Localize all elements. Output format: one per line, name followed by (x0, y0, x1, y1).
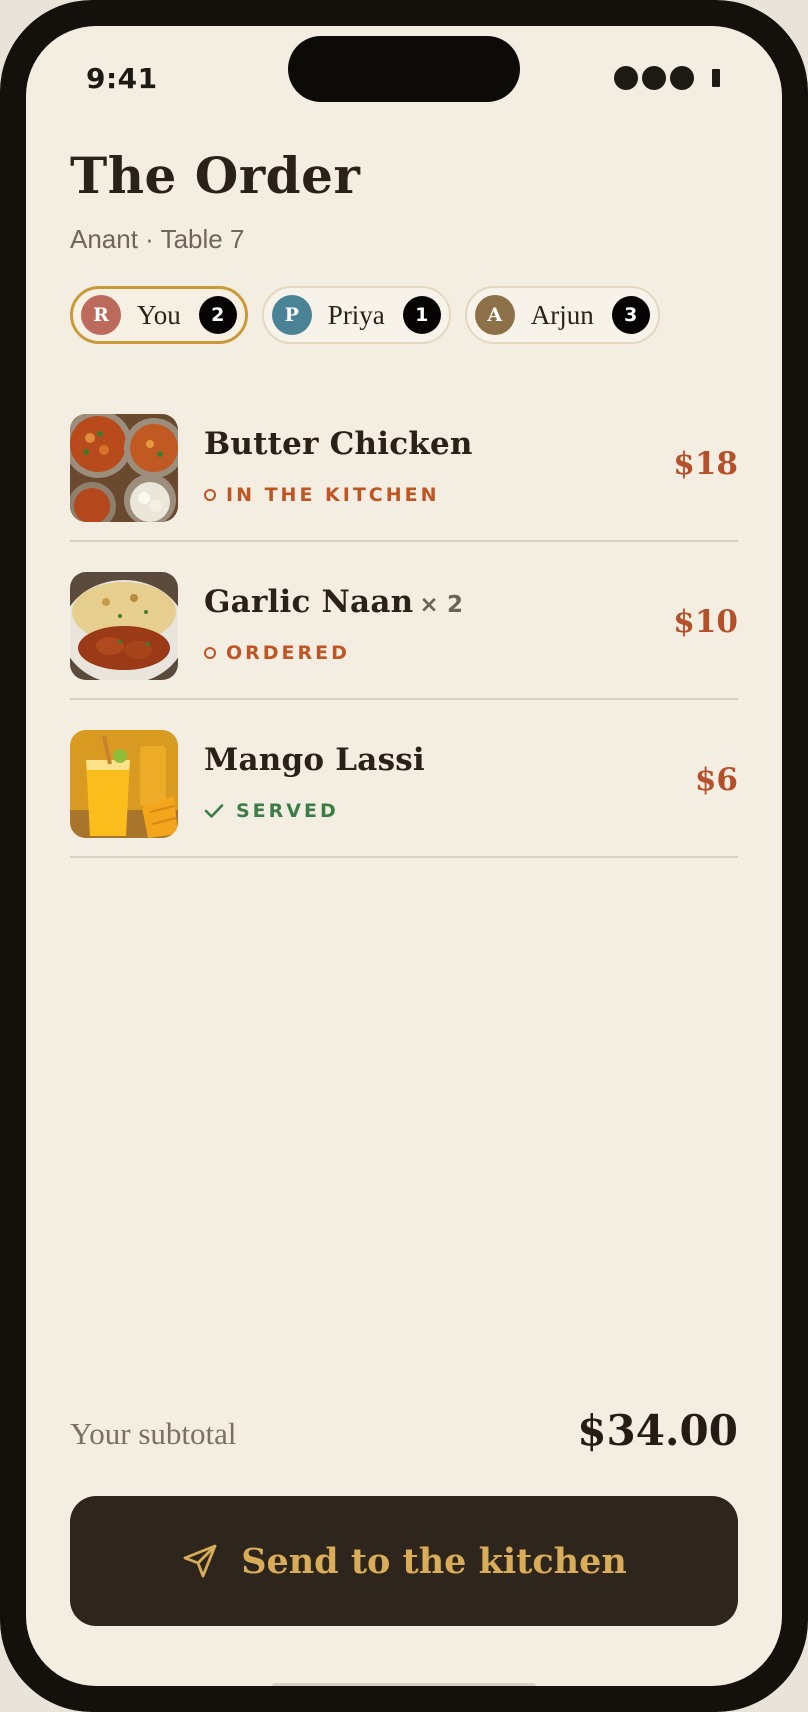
avatar: P (271, 295, 312, 335)
item-name-text: Butter Chicken (204, 426, 473, 462)
item-count-badge: 2 (198, 296, 237, 334)
check-icon (204, 804, 224, 818)
order-item[interactable]: Garlic Naan × 2 ORDERED $10 (70, 542, 738, 700)
butter-chicken-photo (70, 414, 178, 522)
pending-circle-icon (204, 489, 216, 501)
status-text: IN THE KITCHEN (226, 484, 440, 506)
signal-dot-icon (670, 66, 694, 90)
status-indicators (614, 66, 720, 90)
item-name: Mango Lassi (204, 742, 425, 778)
status-badge: SERVED (204, 800, 339, 822)
send-button-label: Send to the kitchen (241, 1540, 627, 1582)
avatar: A (474, 295, 515, 335)
item-price: $18 (673, 446, 738, 482)
subtotal-label: Your subtotal (70, 1416, 237, 1451)
item-name: Garlic Naan × 2 (204, 584, 463, 620)
restaurant-table: Anant · Table 7 (70, 224, 245, 254)
garlic-naan-photo (70, 572, 178, 680)
item-name-text: Garlic Naan (204, 584, 414, 620)
phone-frame: 9:41 The Order Anant · Table 7 R You 2 P… (0, 0, 808, 1712)
mango-lassi-photo (70, 730, 178, 838)
send-icon (183, 1544, 217, 1578)
diner-chip-priya[interactable]: P Priya 1 (261, 286, 451, 344)
diner-chip-arjun[interactable]: A Arjun 3 (464, 286, 660, 344)
signal-dot-icon (642, 66, 666, 90)
item-count-badge: 3 (611, 296, 650, 334)
avatar: R (81, 295, 121, 335)
diner-name: Arjun (530, 299, 594, 330)
order-item[interactable]: Butter Chicken IN THE KITCHEN $18 (70, 384, 738, 542)
status-time: 9:41 (86, 62, 158, 95)
status-text: ORDERED (226, 642, 350, 664)
screen: 9:41 The Order Anant · Table 7 R You 2 P… (26, 26, 782, 1686)
item-name-text: Mango Lassi (204, 742, 425, 778)
send-to-kitchen-button[interactable]: Send to the kitchen (70, 1496, 738, 1626)
battery-icon (712, 69, 720, 87)
page-title: The Order (70, 146, 361, 205)
dynamic-island (288, 36, 520, 102)
item-price: $10 (673, 604, 738, 640)
item-price: $6 (694, 762, 738, 798)
status-text: SERVED (236, 800, 339, 822)
order-item[interactable]: Mango Lassi SERVED $6 (70, 700, 738, 858)
status-badge: ORDERED (204, 642, 350, 664)
order-items-list: Butter Chicken IN THE KITCHEN $18 Garlic… (70, 384, 738, 858)
item-quantity: × 2 (419, 592, 464, 618)
item-name: Butter Chicken (204, 426, 473, 462)
subtotal-value: $34.00 (577, 1406, 738, 1455)
item-count-badge: 1 (402, 296, 441, 334)
home-indicator[interactable] (272, 1683, 536, 1686)
diner-chip-you[interactable]: R You 2 (70, 286, 248, 344)
diner-name: Priya (327, 299, 385, 330)
diner-chips: R You 2 P Priya 1 A Arjun 3 (70, 286, 660, 344)
diner-name: You (137, 299, 181, 330)
signal-dot-icon (614, 66, 638, 90)
status-badge: IN THE KITCHEN (204, 484, 440, 506)
pending-circle-icon (204, 647, 216, 659)
